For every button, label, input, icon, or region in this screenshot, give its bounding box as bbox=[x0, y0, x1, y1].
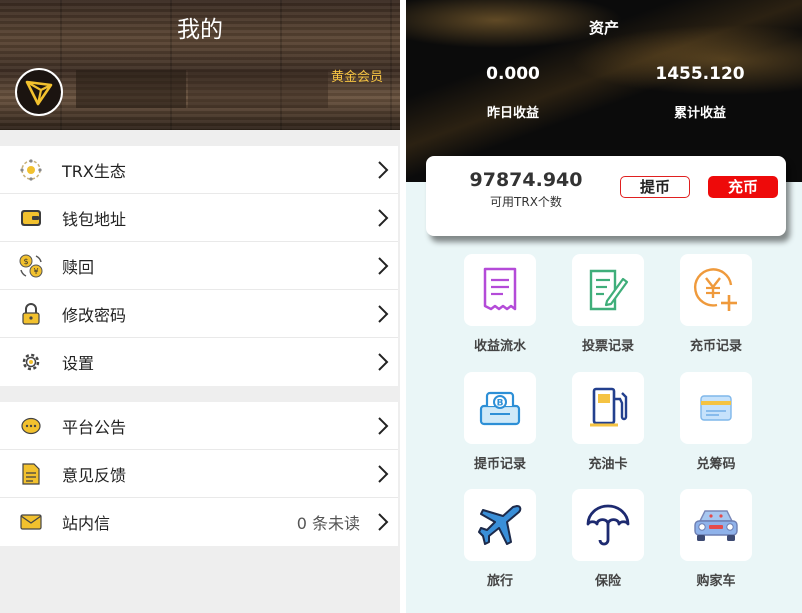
assets-header: 资产 0.000 昨日收益 1455.120 累计收益 bbox=[406, 0, 802, 182]
tile-redeem-chips[interactable]: 兑筹码 bbox=[666, 372, 766, 472]
app-root: 我的 黄金会员 TRX生态 钱包地址 $ ¥ 赎回 修改密码 设置 平台公告 意… bbox=[0, 0, 802, 613]
tile-label: 投票记录 bbox=[581, 339, 634, 354]
tile-label: 提币记录 bbox=[473, 457, 526, 472]
tile-icon-box bbox=[464, 489, 536, 561]
page-title: 我的 bbox=[177, 17, 223, 43]
withdraw-button[interactable]: 提币 bbox=[620, 176, 690, 198]
yesterday-earnings: 0.000 昨日收益 bbox=[413, 64, 613, 121]
username-area-extra bbox=[188, 70, 328, 108]
airplane-icon bbox=[478, 505, 522, 545]
chevron-right-icon bbox=[368, 160, 398, 180]
redeem-coins-icon: $ ¥ bbox=[0, 253, 62, 279]
available-balance-label: 可用TRX个数 bbox=[490, 195, 562, 209]
tile-insurance[interactable]: 保险 bbox=[558, 489, 658, 589]
tile-label: 旅行 bbox=[486, 574, 513, 589]
balance-card: 97874.940 可用TRX个数 提币 充币 bbox=[426, 156, 786, 236]
chevron-right-icon bbox=[368, 304, 398, 324]
assets-panel: 资产 0.000 昨日收益 1455.120 累计收益 97874.940 可用… bbox=[406, 0, 802, 613]
umbrella-icon bbox=[586, 504, 630, 546]
total-earnings-value: 1455.120 bbox=[655, 64, 745, 84]
tile-label: 充油卡 bbox=[588, 457, 628, 472]
tile-deposit-records[interactable]: 充币记录 bbox=[666, 254, 766, 354]
menu-item-label: 赎回 bbox=[62, 257, 95, 277]
tile-label: 购家车 bbox=[696, 574, 736, 589]
gear-icon bbox=[0, 351, 62, 373]
wallet-icon bbox=[0, 206, 62, 230]
tile-icon-box bbox=[680, 489, 752, 561]
ecosystem-icon bbox=[0, 158, 62, 182]
tile-icon-box bbox=[464, 254, 536, 326]
username-area bbox=[76, 70, 186, 108]
deposit-button[interactable]: 充币 bbox=[708, 176, 778, 198]
tile-earnings-flow[interactable]: 收益流水 bbox=[450, 254, 550, 354]
available-balance: 97874.940 可用TRX个数 bbox=[456, 169, 596, 210]
chevron-right-icon bbox=[368, 256, 398, 276]
tile-fuel-card[interactable]: 充油卡 bbox=[558, 372, 658, 472]
menu-item-label: 站内信 bbox=[62, 514, 111, 533]
menu-item-trx-ecosystem[interactable]: TRX生态 bbox=[0, 146, 398, 194]
receipt-icon bbox=[483, 267, 517, 311]
tile-icon-box bbox=[572, 372, 644, 444]
svg-text:$: $ bbox=[23, 257, 28, 266]
fuel-pump-icon bbox=[590, 387, 628, 427]
chevron-right-icon bbox=[368, 464, 398, 484]
total-earnings-label: 累计收益 bbox=[673, 106, 726, 121]
tile-buy-car[interactable]: 购家车 bbox=[666, 489, 766, 589]
menu-item-change-password[interactable]: 修改密码 bbox=[0, 290, 398, 338]
lock-icon bbox=[0, 302, 62, 326]
tile-label: 保险 bbox=[594, 574, 621, 589]
menu-item-label: 修改密码 bbox=[62, 305, 127, 325]
assets-title: 资产 bbox=[588, 19, 619, 37]
menu-item-label: 设置 bbox=[62, 354, 95, 373]
available-balance-value: 97874.940 bbox=[469, 169, 583, 191]
yesterday-earnings-label: 昨日收益 bbox=[486, 106, 539, 121]
chevron-right-icon bbox=[368, 352, 398, 372]
tile-icon-box bbox=[572, 489, 644, 561]
unread-count: 0 条未读 bbox=[296, 514, 360, 533]
profile-panel: 我的 黄金会员 TRX生态 钱包地址 $ ¥ 赎回 修改密码 设置 平台公告 意… bbox=[0, 0, 400, 613]
tile-travel[interactable]: 旅行 bbox=[450, 489, 550, 589]
menu-item-wallet-address[interactable]: 钱包地址 bbox=[0, 194, 398, 242]
menu-group-messages: 平台公告 意见反馈 站内信 0 条未读 bbox=[0, 402, 398, 546]
card-icon bbox=[700, 395, 732, 421]
withdraw-box-icon: B bbox=[479, 391, 521, 426]
feedback-icon bbox=[0, 462, 62, 486]
profile-header: 我的 黄金会员 bbox=[0, 0, 400, 130]
tile-icon-box bbox=[680, 372, 752, 444]
avatar[interactable] bbox=[15, 68, 63, 116]
vote-record-icon bbox=[589, 269, 629, 311]
yesterday-earnings-value: 0.000 bbox=[486, 64, 540, 84]
menu-item-settings[interactable]: 设置 bbox=[0, 338, 398, 386]
svg-text:¥: ¥ bbox=[33, 267, 38, 276]
menu-item-label: 平台公告 bbox=[62, 417, 127, 437]
tile-label: 收益流水 bbox=[473, 339, 526, 354]
menu-item-announcements[interactable]: 平台公告 bbox=[0, 402, 398, 450]
tile-label: 充币记录 bbox=[689, 339, 742, 354]
tile-icon-box: B bbox=[464, 372, 536, 444]
menu-item-redeem[interactable]: $ ¥ 赎回 bbox=[0, 242, 398, 290]
menu-item-label: 钱包地址 bbox=[62, 209, 127, 229]
chevron-right-icon bbox=[368, 512, 398, 532]
chevron-right-icon bbox=[368, 416, 398, 436]
car-icon bbox=[694, 510, 738, 541]
tron-logo-icon bbox=[25, 80, 53, 106]
chevron-right-icon bbox=[368, 208, 398, 228]
menu-item-label: TRX生态 bbox=[62, 161, 126, 181]
yen-plus-icon bbox=[693, 268, 737, 311]
tile-vote-records[interactable]: 投票记录 bbox=[558, 254, 658, 354]
member-level-badge: 黄金会员 bbox=[330, 70, 383, 85]
menu-item-label: 意见反馈 bbox=[62, 465, 127, 485]
total-earnings: 1455.120 累计收益 bbox=[600, 64, 800, 121]
mail-icon bbox=[0, 513, 62, 531]
tile-withdraw-records[interactable]: B 提币记录 bbox=[450, 372, 550, 472]
tile-label: 兑筹码 bbox=[696, 457, 736, 472]
menu-item-feedback[interactable]: 意见反馈 bbox=[0, 450, 398, 498]
tile-icon-box bbox=[572, 254, 644, 326]
svg-text:B: B bbox=[497, 399, 504, 409]
menu-group-account: TRX生态 钱包地址 $ ¥ 赎回 修改密码 设置 bbox=[0, 146, 398, 386]
menu-item-inbox[interactable]: 站内信 0 条未读 bbox=[0, 498, 398, 546]
tile-icon-box bbox=[680, 254, 752, 326]
announcement-icon bbox=[0, 415, 62, 437]
